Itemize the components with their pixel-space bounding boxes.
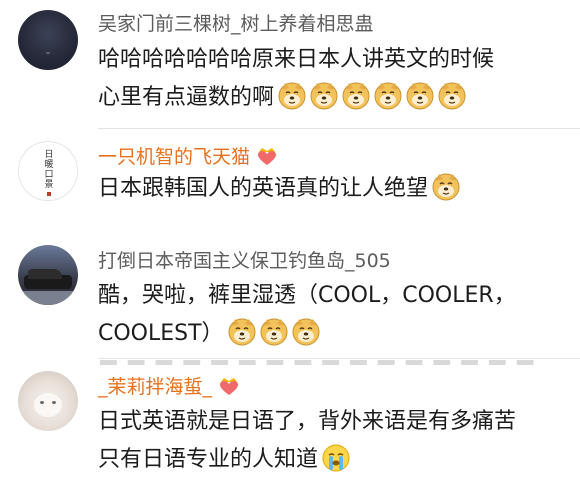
username[interactable]: 打倒日本帝国主义保卫钓鱼岛_505: [98, 249, 391, 273]
comment-line: 日本跟韩国人的英语真的让人绝望: [98, 176, 429, 201]
username[interactable]: 吴家门前三棵树_树上养着相思蛊: [98, 12, 374, 36]
comment-line: 心里有点逼数的啊: [98, 85, 275, 110]
username[interactable]: _茉莉拌海蜇_: [98, 375, 240, 399]
comment-line-with-emoji: 只有日语专业的人知道: [98, 441, 568, 479]
avatar[interactable]: 日暖口景: [18, 141, 78, 201]
username-text: _茉莉拌海蜇_: [98, 376, 213, 398]
doge-emoji-icon: [227, 318, 256, 346]
divider: [98, 358, 580, 359]
comment-text: 日本跟韩国人的英语真的让人绝望: [98, 170, 568, 208]
comment-4: _茉莉拌海蜇_ 日式英语就是日语了，背外来语是有多痛苦 只有日语专业的人知道: [0, 361, 580, 483]
avatar-seal-text: 日暖口景: [44, 150, 54, 190]
comment-line: 哈哈哈哈哈哈哈原来日本人讲英文的时候: [98, 47, 495, 72]
doge-emoji-icon: [278, 82, 306, 110]
doge-emoji-icon: [374, 82, 402, 110]
doge-emoji-icon: [438, 82, 466, 110]
avatar[interactable]: [18, 245, 78, 305]
comment-line: 只有日语专业的人知道: [98, 447, 319, 472]
sob-emoji-icon: [322, 444, 350, 472]
comment-3: 打倒日本帝国主义保卫钓鱼岛_505 酷，哭啦，裤里湿透（COOL，COOLER，…: [0, 235, 580, 361]
comment-text: 日式英语就是日语了，背外来语是有多痛苦 只有日语专业的人知道: [98, 403, 568, 479]
username-text: 一只机智的飞天猫: [98, 146, 251, 168]
comment-1: 吴家门前三棵树_树上养着相思蛊 哈哈哈哈哈哈哈原来日本人讲英文的时候 心里有点逼…: [0, 0, 580, 131]
comment-line: 酷，哭啦，裤里湿透（COOL，COOLER，: [98, 283, 516, 308]
username[interactable]: 一只机智的飞天猫: [98, 145, 278, 169]
comment-2: 日暖口景 一只机智的飞天猫 日本跟韩国人的英语真的让人绝望 ■ ■ ■ ■ ■ …: [0, 131, 580, 365]
comment-text: 哈哈哈哈哈哈哈原来日本人讲英文的时候 心里有点逼数的啊: [98, 41, 568, 117]
comment-line: COOLEST）: [98, 321, 224, 346]
doge-emoji-icon: [291, 318, 320, 346]
avatar[interactable]: [18, 371, 78, 431]
crown-heart-badge-icon: [258, 148, 277, 165]
avatar[interactable]: [18, 10, 78, 70]
crown-heart-badge-icon: [220, 378, 239, 395]
divider: [98, 128, 580, 129]
comment-line: 日式英语就是日语了，背外来语是有多痛苦: [98, 409, 517, 434]
doge-emoji-icon: [310, 82, 338, 110]
comment-text: 酷，哭啦，裤里湿透（COOL，COOLER， COOLEST）: [98, 277, 568, 353]
comment-line-with-emoji: 心里有点逼数的啊: [98, 79, 568, 117]
doge-emoji-icon: [406, 82, 434, 110]
doge-emoji-icon: [432, 173, 460, 201]
doge-emoji-icon: [342, 82, 370, 110]
comment-line-with-emoji: COOLEST）: [98, 315, 568, 353]
doge-emoji-icon: [259, 318, 288, 346]
